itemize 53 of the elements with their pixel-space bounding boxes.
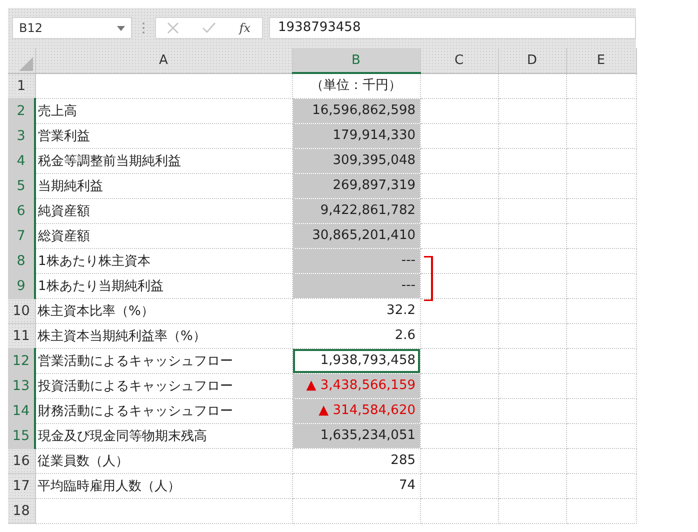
column-header[interactable]: E <box>566 48 636 73</box>
cancel-icon[interactable] <box>167 22 180 34</box>
dropdown-arrow-icon[interactable] <box>117 26 125 30</box>
formula-field[interactable]: 1938793458 <box>269 17 636 39</box>
table-cell: ▲ 3,438,566,159 <box>292 374 420 398</box>
row-header[interactable]: 15 <box>8 424 35 448</box>
row-header[interactable]: 3 <box>8 124 35 148</box>
row-header[interactable]: 2 <box>8 98 35 124</box>
table-cell: 309,395,048 <box>292 149 420 173</box>
table-cell: 株主資本比率（%） <box>38 304 154 319</box>
table-cell: --- <box>292 249 420 273</box>
name-box[interactable]: B12 <box>12 17 132 39</box>
table-cell: 179,914,330 <box>292 124 420 148</box>
table-cell: 売上高 <box>38 104 77 119</box>
table-cell: 269,897,319 <box>292 174 420 198</box>
row-header[interactable]: 5 <box>8 174 35 198</box>
table-cell: 30,865,201,410 <box>292 224 420 248</box>
table-cell: ▲ 314,584,620 <box>292 399 420 423</box>
table-cell: 財務活動によるキャッシュフロー <box>38 404 233 419</box>
table-cell: 1,938,793,458 <box>292 349 420 373</box>
table-cell: 営業利益 <box>38 129 90 144</box>
table-cell: 9,422,861,782 <box>292 199 420 223</box>
row-header[interactable]: 12 <box>8 348 35 374</box>
column-header[interactable]: C <box>420 48 498 73</box>
table-cell: 株主資本当期純利益率（%） <box>38 329 206 344</box>
select-all-icon[interactable] <box>18 56 32 70</box>
row-header[interactable]: 9 <box>8 274 35 298</box>
column-header[interactable]: D <box>498 48 566 73</box>
table-cell: 現金及び現金同等物期末残高 <box>38 429 207 444</box>
row-header[interactable]: 13 <box>8 374 35 398</box>
table-cell: 総資産額 <box>38 229 90 244</box>
row-header[interactable]: 6 <box>8 198 35 224</box>
row-header[interactable]: 14 <box>8 398 35 424</box>
table-cell: 1,635,234,051 <box>292 424 420 448</box>
row-header[interactable]: 4 <box>8 148 35 174</box>
table-cell: 従業員数（人） <box>38 454 128 469</box>
table-cell: 純資産額 <box>38 204 90 219</box>
column-header[interactable]: B <box>292 48 420 73</box>
grip-icon <box>142 22 145 34</box>
table-cell: 1株あたり株主資本 <box>38 254 150 269</box>
row-header[interactable]: 7 <box>8 224 35 248</box>
check-icon[interactable] <box>202 22 216 34</box>
table-cell: 当期純利益 <box>38 179 103 194</box>
table-cell: --- <box>292 274 420 298</box>
insert-function-button[interactable]: fx <box>239 21 251 35</box>
table-cell: 1株あたり当期純利益 <box>38 279 164 294</box>
table-cell: 投資活動によるキャッシュフロー <box>38 379 233 394</box>
table-cell: 税金等調整前当期純利益 <box>38 154 181 169</box>
column-header[interactable]: A <box>35 48 292 73</box>
table-cell: 営業活動によるキャッシュフロー <box>38 354 233 369</box>
row-header[interactable]: 8 <box>8 248 35 274</box>
table-cell: 平均臨時雇用人数（人） <box>38 479 180 494</box>
table-cell: 16,596,862,598 <box>292 99 420 123</box>
